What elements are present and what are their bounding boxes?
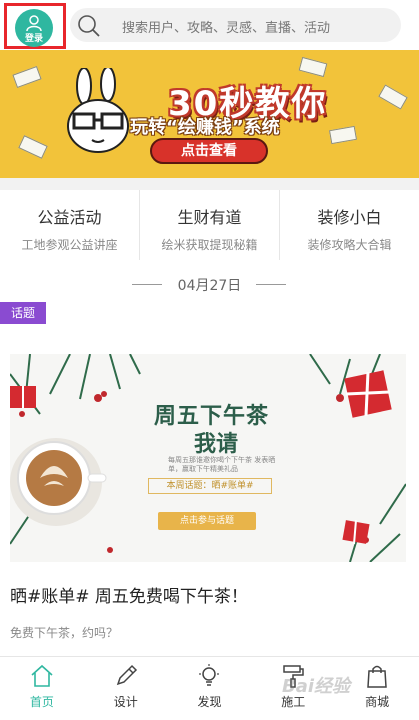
bottom-tab-bar: 首页 设计 发现 施工 商城 <box>0 656 419 720</box>
tab-home[interactable]: 首页 <box>0 657 84 720</box>
search-placeholder: 搜索用户、攻略、灵感、直播、活动 <box>122 21 331 36</box>
category-row: 公益活动 工地参观公益讲座 生财有道 绘米获取提现秘籍 装修小白 装修攻略大合辑 <box>0 190 419 260</box>
user-icon <box>26 15 42 32</box>
search-bar[interactable]: 搜索用户、攻略、灵感、直播、活动 <box>70 8 401 42</box>
home-icon <box>31 664 53 687</box>
banner-subtitle: 玩转“绘赚钱”系统 <box>130 117 280 138</box>
lightbulb-icon <box>199 664 220 686</box>
money-decoration <box>18 135 48 159</box>
tab-discover[interactable]: 发现 <box>168 657 252 720</box>
bunny-mascot-icon <box>67 68 129 153</box>
search-icon <box>78 15 100 37</box>
pencil-icon <box>116 664 137 686</box>
category-charity[interactable]: 公益活动 工地参观公益讲座 <box>0 190 140 260</box>
tab-label: 首页 <box>29 695 54 709</box>
article-image[interactable]: 周五下午茶 我请 每周五那谁邀你喝个下午茶 发表晒单，赢取下午精美礼品 本周话题… <box>10 354 406 562</box>
category-subtitle: 绘米获取提现秘籍 <box>161 238 258 252</box>
watermark-logo: Bai经验 <box>282 676 351 697</box>
article-headline[interactable]: 晒#账单# 周五免费喝下午茶！ <box>10 582 248 607</box>
image-week-topic: 本周话题：晒#账单# <box>148 478 272 494</box>
image-small-text: 每周五那谁邀你喝个下午茶 发表晒单，赢取下午精美礼品 <box>168 456 276 473</box>
banner-view-button[interactable]: 点击查看 <box>150 138 268 164</box>
category-subtitle: 装修攻略大合辑 <box>307 238 392 252</box>
category-earning[interactable]: 生财有道 绘米获取提现秘籍 <box>140 190 280 260</box>
money-decoration <box>378 84 408 110</box>
tab-design[interactable]: 设计 <box>84 657 168 720</box>
article-description: 免费下午茶，约吗？ <box>10 626 119 640</box>
image-title-line2: 我请 <box>194 432 239 457</box>
money-decoration <box>298 56 328 78</box>
category-title: 装修小白 <box>317 208 382 227</box>
money-decoration <box>328 125 358 145</box>
login-highlight-box[interactable]: 登录 <box>4 3 66 49</box>
tab-label: 设计 <box>113 695 138 709</box>
login-label: 登录 <box>24 34 43 44</box>
money-decoration <box>12 65 42 89</box>
top-header: 登录 搜索用户、攻略、灵感、直播、活动 <box>0 0 419 50</box>
category-title: 生财有道 <box>177 208 242 227</box>
join-topic-button[interactable]: 点击参与话题 <box>158 512 256 530</box>
article-card[interactable]: 话题 周五下午茶 我请 每周五那谁邀你喝个下午茶 发表晒单，赢取下午精美礼品 本… <box>0 298 419 656</box>
date-label: 04月27日 <box>177 278 242 294</box>
tab-label: 发现 <box>197 695 222 709</box>
promo-banner[interactable]: 30秒教你 玩转“绘赚钱”系统 点击查看 <box>0 50 419 178</box>
divider-line <box>256 284 286 285</box>
category-beginner[interactable]: 装修小白 装修攻略大合辑 <box>280 190 419 260</box>
topic-tag: 话题 <box>0 302 46 324</box>
shopping-bag-icon <box>367 665 387 688</box>
login-avatar-button[interactable]: 登录 <box>15 9 53 47</box>
category-subtitle: 工地参观公益讲座 <box>21 238 118 252</box>
banner-pagination <box>196 170 210 178</box>
category-title: 公益活动 <box>37 208 102 227</box>
